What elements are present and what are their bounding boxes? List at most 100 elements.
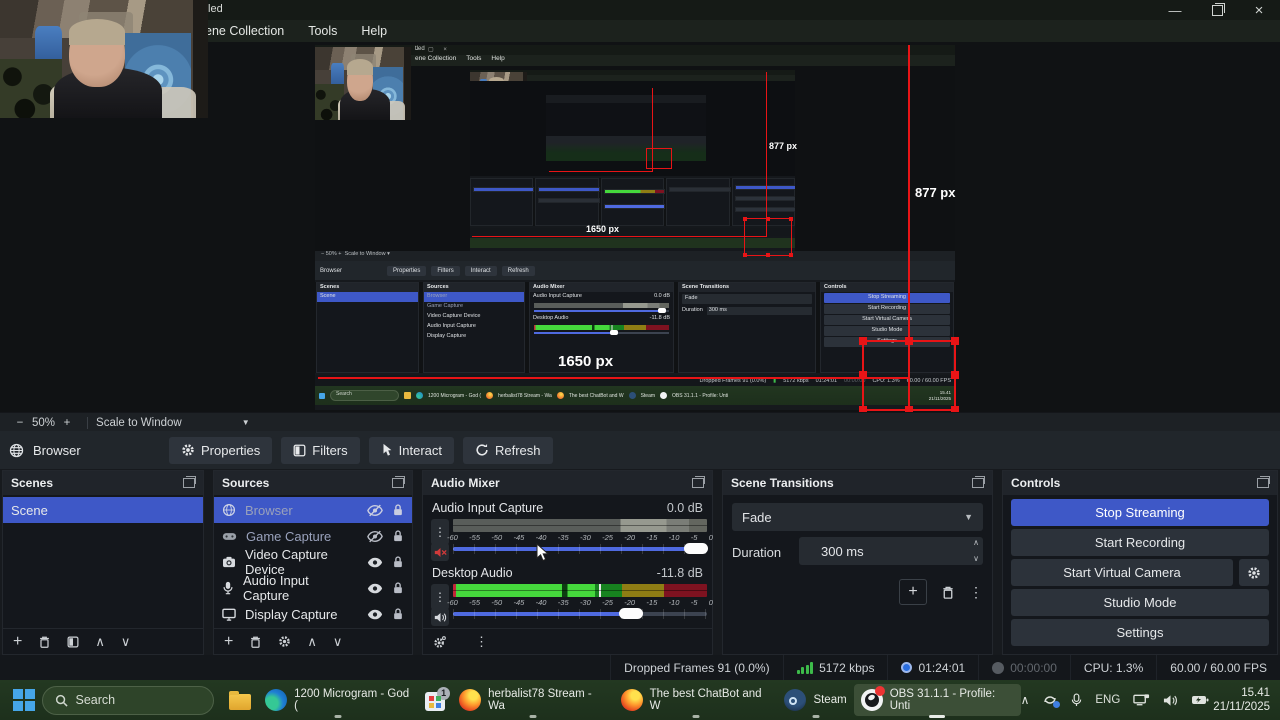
popout-icon[interactable]: [183, 476, 196, 488]
chevron-down-icon[interactable]: ▼: [242, 418, 250, 427]
network-icon[interactable]: [1133, 693, 1150, 707]
mixer-menu-button[interactable]: ⋮: [475, 634, 488, 650]
move-source-up-button[interactable]: ∧: [307, 634, 317, 650]
volume-icon[interactable]: [1163, 694, 1178, 707]
scene-list-item[interactable]: Scene: [3, 497, 203, 523]
nested-measure-hline: [472, 236, 767, 237]
start-recording-button[interactable]: Start Recording: [1011, 529, 1269, 556]
remove-source-button[interactable]: [249, 635, 262, 649]
zoom-level: 50%: [32, 416, 56, 429]
volume-slider-handle[interactable]: [619, 608, 643, 619]
restore-button[interactable]: [1196, 0, 1238, 20]
taskbar-app-obs[interactable]: OBS 31.1.1 - Profile: Unti: [853, 684, 1021, 716]
virtual-camera-settings-button[interactable]: [1239, 559, 1269, 586]
scene-filters-button[interactable]: [67, 636, 79, 648]
move-scene-down-button[interactable]: ∨: [121, 634, 131, 650]
eye-icon[interactable]: [367, 608, 383, 621]
refresh-button[interactable]: Refresh: [463, 436, 553, 464]
volume-slider[interactable]: [453, 608, 707, 619]
eye-slash-icon[interactable]: [367, 530, 383, 543]
lock-icon[interactable]: [392, 503, 404, 517]
start-virtual-camera-button[interactable]: Start Virtual Camera: [1011, 559, 1233, 586]
source-row-browser[interactable]: Browser: [214, 497, 412, 523]
bitrate: 5172 kbps: [782, 655, 888, 680]
resize-handle[interactable]: [859, 371, 867, 379]
lock-icon[interactable]: [392, 555, 404, 569]
firefox-icon: [459, 689, 482, 711]
obs-main-window: tled — × ene Collection Tools Help tled –…: [0, 0, 1280, 720]
remove-transition-button[interactable]: [941, 585, 955, 600]
microphone-tray-icon[interactable]: [1071, 692, 1082, 708]
taskbar-app-firefox-2[interactable]: The best ChatBot and W: [614, 684, 778, 716]
move-source-down-button[interactable]: ∨: [333, 634, 343, 650]
add-scene-button[interactable]: +: [13, 633, 22, 651]
start-button[interactable]: [6, 684, 42, 716]
popout-icon[interactable]: [392, 476, 405, 488]
resize-handle[interactable]: [905, 337, 913, 345]
lock-icon[interactable]: [392, 581, 404, 595]
taskbar-search[interactable]: Search: [41, 685, 215, 715]
minimize-button[interactable]: —: [1154, 0, 1196, 20]
spin-up-icon[interactable]: ∧: [973, 539, 979, 547]
restore-icon: [1211, 2, 1225, 16]
volume-slider-handle[interactable]: [684, 543, 708, 554]
eye-icon[interactable]: [367, 582, 383, 595]
close-button[interactable]: ×: [1238, 0, 1280, 20]
steam-icon: [784, 689, 807, 711]
remove-scene-button[interactable]: [38, 635, 51, 649]
mute-button[interactable]: [431, 543, 449, 561]
advanced-audio-button[interactable]: [433, 635, 447, 649]
eye-slash-icon[interactable]: [367, 504, 383, 517]
lock-icon[interactable]: [392, 607, 404, 621]
popout-icon[interactable]: [1257, 476, 1270, 488]
settings-button[interactable]: Settings: [1011, 619, 1269, 646]
menu-help[interactable]: Help: [349, 24, 399, 38]
gear-icon: [1248, 566, 1260, 579]
taskbar-clock[interactable]: 15.41 21/11/2025: [1213, 686, 1280, 715]
scale-mode-select[interactable]: Scale to Window: [96, 417, 182, 429]
volume-slider[interactable]: [453, 543, 708, 554]
eye-icon[interactable]: [367, 556, 383, 569]
popout-icon[interactable]: [692, 476, 705, 488]
audio-mixer-dock: Audio Mixer Audio Input Capture 0.0 dB ⋮…: [422, 470, 713, 655]
source-selection-box[interactable]: [859, 337, 959, 412]
transition-menu-button[interactable]: ⋮: [969, 584, 983, 601]
tray-expand-icon[interactable]: ∧: [1021, 693, 1030, 707]
menu-scene-collection[interactable]: ene Collection: [193, 24, 296, 38]
properties-button[interactable]: Properties: [169, 436, 273, 464]
menu-tools[interactable]: Tools: [296, 24, 349, 38]
spin-down-icon[interactable]: ∨: [973, 555, 979, 563]
resize-handle[interactable]: [951, 337, 959, 345]
lock-icon[interactable]: [392, 529, 404, 543]
add-transition-button[interactable]: +: [899, 579, 927, 605]
add-source-button[interactable]: +: [224, 633, 233, 651]
taskbar-app-firefox-1[interactable]: herbalist78 Stream - Wa: [452, 684, 614, 716]
source-row-display-capture[interactable]: Display Capture: [214, 601, 412, 627]
popout-icon[interactable]: [972, 476, 985, 488]
mute-button[interactable]: [431, 608, 449, 626]
stop-streaming-button[interactable]: Stop Streaming: [1011, 499, 1269, 526]
display-capture-content: tled – ▢ × ene Collection Tools Help − 5…: [315, 45, 955, 410]
zoom-in-button[interactable]: +: [55, 417, 79, 429]
resize-handle[interactable]: [951, 371, 959, 379]
source-row-game-capture[interactable]: Game Capture: [214, 523, 412, 549]
taskbar-app-steam[interactable]: Steam: [777, 684, 853, 716]
source-row-audio-input[interactable]: Audio Input Capture: [214, 573, 412, 603]
scenes-dock: Scenes Scene + ∧ ∨: [2, 470, 204, 655]
taskbar-app-edge[interactable]: 1200 Microgram - God (: [258, 684, 418, 716]
battery-icon[interactable]: [1191, 694, 1209, 706]
move-scene-up-button[interactable]: ∧: [95, 634, 105, 650]
sync-icon[interactable]: [1042, 693, 1061, 708]
filters-button[interactable]: Filters: [281, 436, 360, 464]
duration-input[interactable]: 300 ms ∧ ∨: [799, 537, 983, 565]
source-row-video-capture[interactable]: Video Capture Device: [214, 547, 412, 577]
language-indicator[interactable]: ENG: [1095, 694, 1120, 706]
source-properties-button[interactable]: [278, 635, 291, 648]
taskbar-app-store[interactable]: 1: [418, 684, 452, 716]
interact-button[interactable]: Interact: [368, 436, 454, 464]
studio-mode-button[interactable]: Studio Mode: [1011, 589, 1269, 616]
file-explorer-button[interactable]: [222, 684, 258, 716]
resize-handle[interactable]: [859, 337, 867, 345]
transition-select[interactable]: Fade ▼: [732, 503, 983, 531]
zoom-out-button[interactable]: −: [8, 417, 32, 429]
